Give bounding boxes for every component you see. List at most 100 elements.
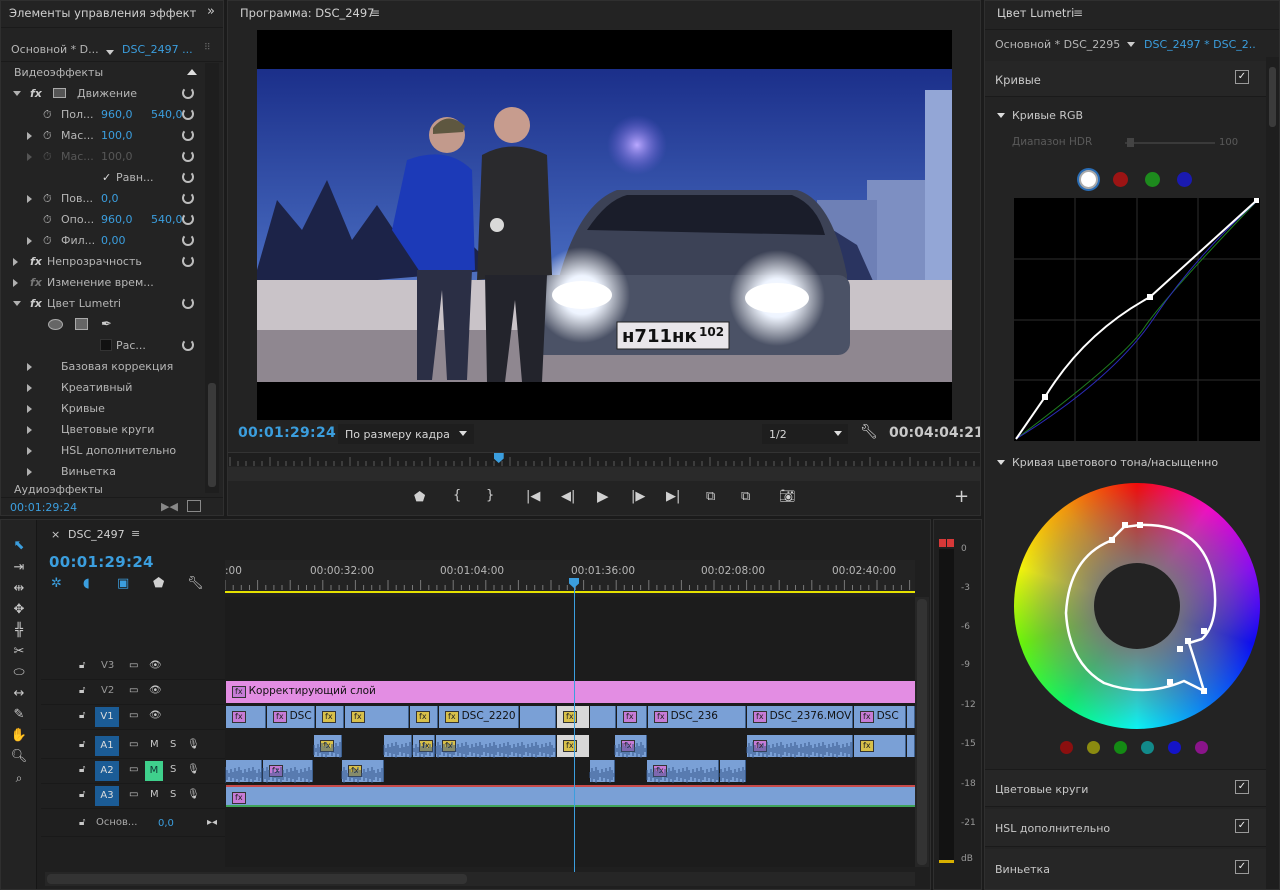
section-hsl[interactable]: HSL дополнительно ✓ bbox=[985, 809, 1266, 847]
video-clip[interactable]: fx DSC_236 bbox=[648, 706, 746, 728]
disclosure-triangle-icon[interactable] bbox=[13, 258, 18, 266]
disclosure-triangle-icon[interactable] bbox=[27, 363, 32, 371]
tab-master[interactable]: Основной * DSC_2295... bbox=[995, 38, 1121, 51]
rate-stretch-icon[interactable]: ╬ bbox=[10, 623, 28, 639]
clip-indicator[interactable] bbox=[939, 539, 946, 547]
rectangle-mask-icon[interactable] bbox=[75, 318, 88, 330]
step-forward-icon[interactable]: |▶ bbox=[631, 489, 645, 504]
audio-clip[interactable]: fx bbox=[854, 735, 906, 757]
solo-button[interactable]: S bbox=[170, 739, 176, 750]
lock-icon[interactable]: 🔓︎ bbox=[79, 764, 85, 775]
stopwatch-icon[interactable]: ⏱ bbox=[43, 230, 52, 251]
horizontal-scrollbar[interactable] bbox=[45, 872, 915, 886]
lock-icon[interactable]: 🔓︎ bbox=[79, 789, 85, 800]
audio-clip[interactable]: fx bbox=[436, 735, 556, 757]
scrollbar[interactable] bbox=[205, 63, 219, 493]
chevron-down-icon[interactable] bbox=[1127, 42, 1135, 47]
reset-icon[interactable] bbox=[182, 234, 194, 246]
nest-icon[interactable]: ✲ bbox=[51, 576, 62, 591]
disclosure-triangle-icon[interactable] bbox=[27, 405, 32, 413]
swatch[interactable] bbox=[100, 339, 112, 351]
panel-menu-icon[interactable]: ≡ bbox=[370, 6, 380, 20]
time-ruler[interactable]: :00 00:00:32:00 00:01:04:00 00:01:36:00 … bbox=[225, 560, 915, 594]
reset-icon[interactable] bbox=[182, 150, 194, 162]
audio-clip[interactable]: fx bbox=[263, 760, 313, 782]
clip-indicator[interactable] bbox=[947, 539, 954, 547]
reset-icon[interactable] bbox=[182, 213, 194, 225]
panel-menu-icon[interactable]: ≡ bbox=[131, 527, 140, 540]
disclosure-triangle-icon[interactable] bbox=[13, 91, 21, 96]
extract-icon[interactable]: ⧉ bbox=[741, 489, 750, 504]
section-hsl[interactable]: HSL дополнительно bbox=[1, 440, 205, 461]
lock-icon[interactable]: 🔓︎ bbox=[79, 739, 85, 750]
magenta-dot-button[interactable] bbox=[1195, 741, 1208, 754]
scale-value[interactable]: 100,0 bbox=[101, 125, 133, 146]
section-curves[interactable]: Кривые bbox=[1, 398, 205, 419]
audio-clip[interactable] bbox=[384, 735, 412, 757]
section-curves[interactable]: Кривые ✓ bbox=[985, 61, 1266, 97]
track-label[interactable]: A1 bbox=[95, 736, 119, 756]
position-y-value[interactable]: 540,0 bbox=[151, 104, 183, 125]
cyan-dot-button[interactable] bbox=[1141, 741, 1154, 754]
export-icon[interactable] bbox=[187, 500, 201, 512]
fx-icon[interactable]: fx bbox=[30, 83, 42, 104]
audio-clip[interactable] bbox=[590, 760, 615, 782]
solo-button[interactable]: S bbox=[170, 789, 176, 800]
sync-icon[interactable]: ▭ bbox=[129, 685, 138, 696]
master-volume-value[interactable]: 0,0 bbox=[158, 818, 174, 829]
go-to-out-icon[interactable]: ▶| bbox=[666, 489, 680, 504]
audio-clip[interactable]: fx bbox=[413, 735, 435, 757]
hue-sat-label[interactable]: Кривая цветового тона/насыщенно bbox=[1012, 456, 1218, 469]
channel-green-button[interactable] bbox=[1145, 172, 1160, 187]
fx-icon[interactable]: fx bbox=[30, 293, 42, 314]
eye-icon[interactable]: 👁︎ bbox=[149, 660, 162, 671]
linked-selection-icon[interactable]: ▣ bbox=[117, 576, 129, 591]
param-uniform-scale[interactable]: ✓ Равн... bbox=[1, 167, 205, 188]
video-clip[interactable]: fx bbox=[226, 706, 266, 728]
scroll-track[interactable] bbox=[228, 467, 980, 481]
stopwatch-icon[interactable]: ⏱ bbox=[43, 188, 52, 209]
audio-clip[interactable]: fx bbox=[342, 760, 384, 782]
video-clip[interactable]: fx DSC_2220 bbox=[439, 706, 519, 728]
sync-icon[interactable]: ▭ bbox=[129, 764, 138, 775]
checkbox[interactable]: ✓ bbox=[1235, 780, 1249, 794]
double-chevron-icon[interactable]: » bbox=[207, 4, 215, 19]
selection-tool-icon[interactable]: ⬉ bbox=[10, 538, 28, 554]
channel-red-button[interactable] bbox=[1113, 172, 1128, 187]
video-clip[interactable]: fx DSC bbox=[854, 706, 906, 728]
checkbox[interactable]: ✓ bbox=[1235, 70, 1249, 84]
section-wheels[interactable]: Цветовые круги bbox=[1, 419, 205, 440]
track-label[interactable]: V3 bbox=[101, 660, 114, 671]
work-area-bar[interactable] bbox=[225, 591, 915, 593]
lock-icon[interactable]: 🔓︎ bbox=[79, 817, 85, 828]
effect-time-remap[interactable]: fx Изменение врем... bbox=[1, 272, 205, 293]
playhead-bar[interactable] bbox=[228, 452, 980, 466]
position-x-value[interactable]: 960,0 bbox=[101, 104, 133, 125]
resolution-dropdown[interactable]: 1/2 bbox=[762, 424, 848, 444]
anchor-y-value[interactable]: 540,0 bbox=[151, 209, 183, 230]
video-clip[interactable]: fx DSC bbox=[267, 706, 315, 728]
timeline-timecode[interactable]: 00:01:29:24 bbox=[49, 553, 154, 571]
scrollbar[interactable] bbox=[1266, 57, 1279, 889]
section-vignette[interactable]: Виньетка ✓ bbox=[985, 849, 1266, 889]
disclosure-triangle-icon[interactable] bbox=[13, 301, 21, 306]
microphone-icon[interactable]: 🎙︎ bbox=[187, 764, 200, 775]
ripple-edit-icon[interactable]: ⇹ bbox=[10, 581, 28, 597]
stopwatch-icon[interactable]: ⏱ bbox=[43, 104, 52, 125]
panel-title[interactable]: Элементы управления эффектам bbox=[1, 1, 197, 25]
track-label[interactable]: V1 bbox=[95, 707, 119, 727]
disclosure-triangle-icon[interactable] bbox=[27, 384, 32, 392]
red-dot-button[interactable] bbox=[1060, 741, 1073, 754]
marker-icon[interactable]: ⬟ bbox=[414, 490, 425, 505]
sync-icon[interactable]: ▭ bbox=[129, 660, 138, 671]
ellipse-mask-icon[interactable] bbox=[48, 319, 63, 330]
hand-tool-icon[interactable]: ✋ bbox=[10, 728, 28, 744]
sync-icon[interactable]: ▭ bbox=[129, 739, 138, 750]
reset-icon[interactable] bbox=[182, 171, 194, 183]
audio-clip-selected[interactable]: fx bbox=[557, 735, 589, 757]
panel-title[interactable]: Программа: DSC_2497 bbox=[228, 1, 980, 25]
blue-dot-button[interactable] bbox=[1168, 741, 1181, 754]
rolling-edit-icon[interactable]: ✥ bbox=[10, 602, 28, 618]
flicker-value[interactable]: 0,00 bbox=[101, 230, 126, 251]
go-to-in-icon[interactable]: |◀ bbox=[526, 489, 540, 504]
